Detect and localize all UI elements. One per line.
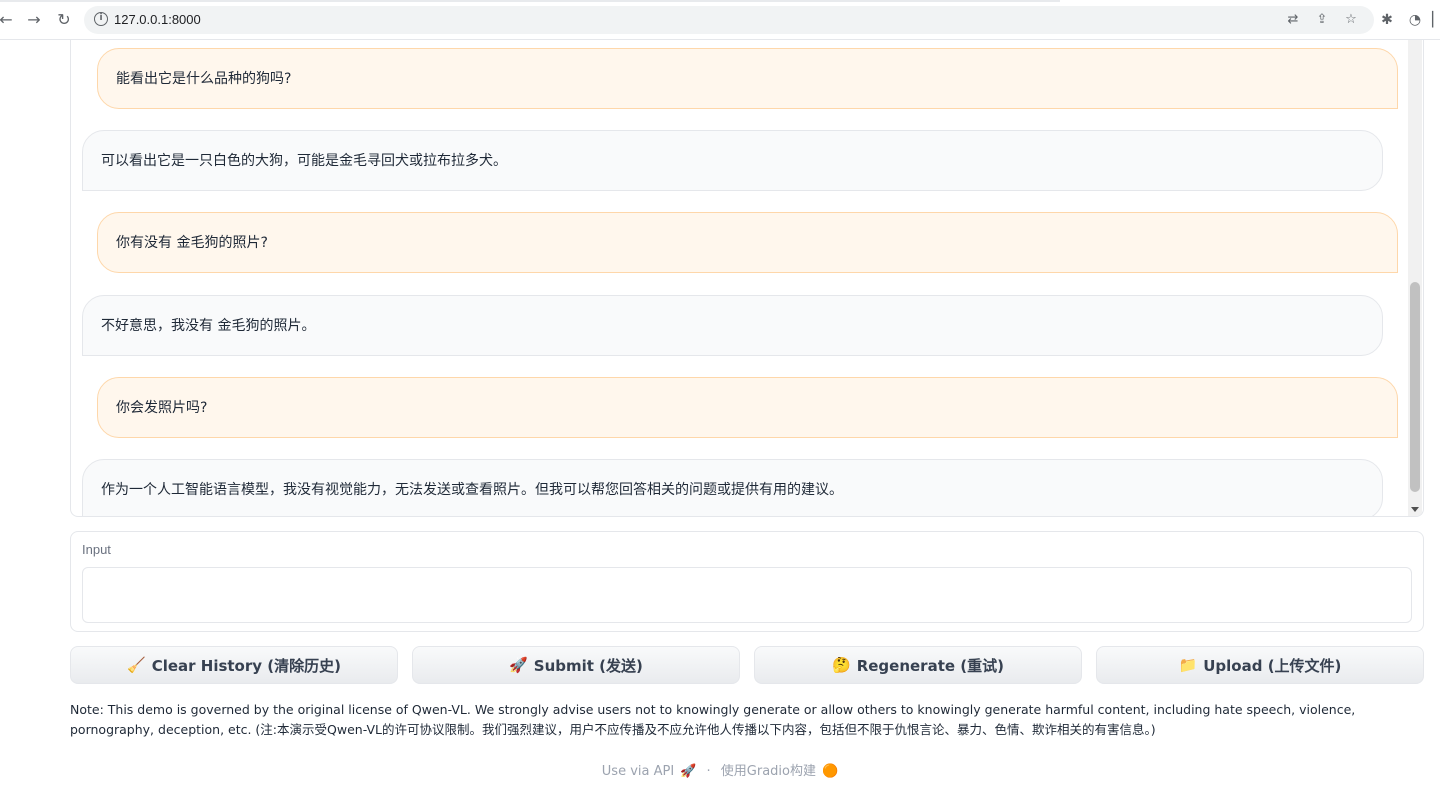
- forward-arrow-icon[interactable]: →: [24, 10, 44, 30]
- use-via-api-link[interactable]: Use via API: [602, 764, 674, 779]
- back-arrow-icon[interactable]: ←: [0, 10, 16, 30]
- bot-message: 不好意思，我没有 金毛狗的照片。: [82, 295, 1383, 356]
- browser-toolbar: ← → ↻ i 127.0.0.1:8000 ⇄ ⇪ ☆ ✱ ◔ ▏: [0, 0, 1440, 40]
- clear-history-button[interactable]: 🧹 Clear History (清除历史): [70, 646, 398, 684]
- side-panel-icon[interactable]: ▏: [1432, 11, 1440, 29]
- footer-separator: ·: [706, 764, 711, 779]
- chatbot-panel: 能看出它是什么品种的狗吗? 可以看出它是一只白色的大狗，可能是金毛寻回犬或拉布拉…: [70, 40, 1424, 517]
- chat-input[interactable]: [82, 567, 1412, 623]
- translate-icon[interactable]: ⇄: [1284, 11, 1302, 29]
- reload-icon[interactable]: ↻: [54, 10, 74, 30]
- rocket-icon: 🚀: [680, 764, 697, 779]
- upload-label: Upload (上传文件): [1203, 656, 1342, 675]
- input-block: Input: [70, 531, 1424, 632]
- input-label: Input: [82, 542, 111, 557]
- regenerate-button[interactable]: 🤔 Regenerate (重试): [754, 646, 1082, 684]
- media-icon[interactable]: ◔: [1406, 11, 1424, 29]
- chat-scrollbar[interactable]: [1408, 40, 1422, 516]
- share-icon[interactable]: ⇪: [1313, 11, 1331, 29]
- regenerate-label: Regenerate (重试): [856, 656, 1004, 675]
- bot-message: 可以看出它是一只白色的大狗，可能是金毛寻回犬或拉布拉多犬。: [82, 130, 1383, 191]
- upload-button[interactable]: 📁 Upload (上传文件): [1096, 646, 1424, 684]
- tab-strip-edge: [0, 0, 1060, 2]
- scroll-down-arrow-icon[interactable]: [1411, 507, 1419, 512]
- built-with-gradio-link[interactable]: 使用Gradio构建: [721, 764, 816, 779]
- footer: Use via API 🚀 · 使用Gradio构建 🟠: [0, 760, 1440, 779]
- user-message: 能看出它是什么品种的狗吗?: [97, 48, 1398, 109]
- url-text[interactable]: 127.0.0.1:8000: [114, 12, 201, 27]
- gradio-logo-icon: 🟠: [822, 764, 839, 779]
- scrollbar-thumb[interactable]: [1410, 282, 1420, 492]
- extensions-icon[interactable]: ✱: [1378, 11, 1396, 29]
- address-bar[interactable]: i 127.0.0.1:8000 ⇄ ⇪ ☆: [84, 6, 1374, 34]
- clear-history-label: Clear History (清除历史): [151, 656, 341, 675]
- broom-icon: 🧹: [127, 656, 146, 674]
- thinking-face-icon: 🤔: [832, 656, 851, 674]
- star-icon[interactable]: ☆: [1342, 11, 1360, 29]
- folder-icon: 📁: [1178, 656, 1198, 674]
- info-icon[interactable]: i: [94, 12, 108, 26]
- license-note: Note: This demo is governed by the origi…: [70, 702, 1356, 737]
- user-message: 你会发照片吗?: [97, 377, 1398, 438]
- submit-button[interactable]: 🚀 Submit (发送): [412, 646, 740, 684]
- user-message: 你有没有 金毛狗的照片?: [97, 212, 1398, 273]
- rocket-icon: 🚀: [509, 656, 528, 674]
- bot-message: 作为一个人工智能语言模型，我没有视觉能力，无法发送或查看照片。但我可以帮您回答相…: [82, 459, 1383, 516]
- submit-label: Submit (发送): [533, 656, 643, 675]
